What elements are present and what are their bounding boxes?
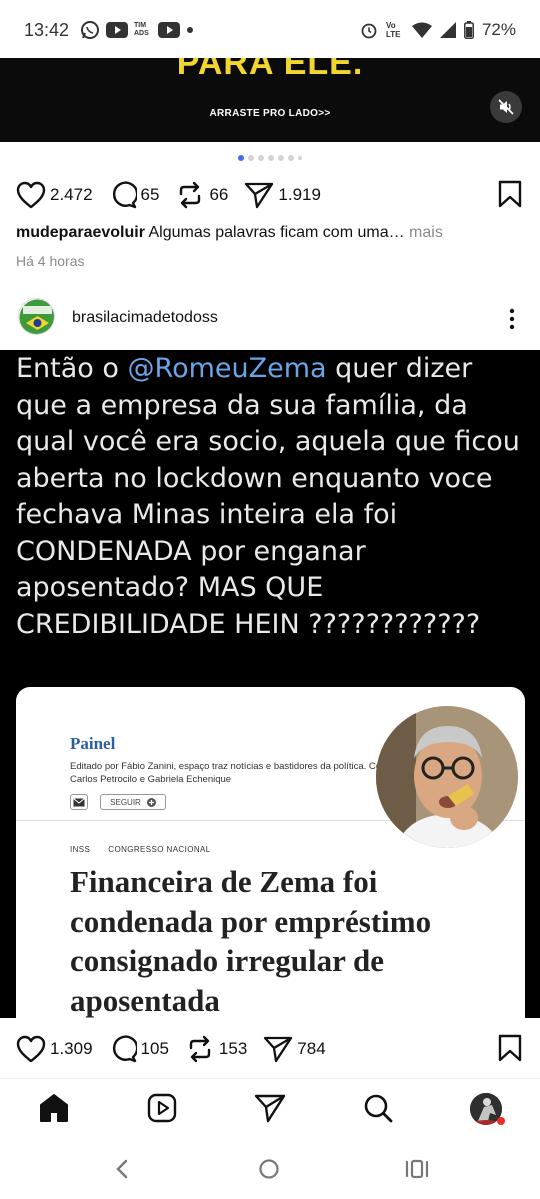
bookmark-icon (498, 180, 522, 208)
post-author-avatar[interactable] (18, 298, 55, 335)
post2-actions: 1.309 105 153 784 (16, 1035, 342, 1063)
mute-button[interactable] (490, 91, 522, 123)
nav-reels-button[interactable] (146, 1092, 178, 1124)
repost-count: 153 (218, 1039, 248, 1058)
youtube-icon (158, 22, 180, 38)
repost-button[interactable]: 153 (185, 1035, 247, 1063)
repost-icon (185, 1035, 215, 1063)
tweet-text-before: Então o (16, 353, 128, 384)
back-button[interactable] (112, 1158, 134, 1180)
status-left-icons: TIM ADS (80, 20, 194, 40)
battery-level: 72% (481, 20, 516, 39)
repost-icon (175, 181, 205, 209)
post-timestamp: Há 4 horas (16, 253, 85, 269)
carousel-dot (278, 155, 284, 161)
post-options-button[interactable] (500, 307, 524, 331)
notification-dot (497, 1117, 505, 1125)
plus-circle-icon (146, 797, 156, 807)
nav-direct-button[interactable] (254, 1092, 286, 1124)
recents-icon (405, 1158, 429, 1180)
repost-count: 66 (209, 185, 229, 204)
volte-icon: Vo LTE (385, 21, 401, 39)
tim-ads-icon: TIM ADS (134, 22, 149, 37)
speaker-muted-icon (498, 99, 514, 115)
media-headline: PARA ELE. (176, 58, 364, 82)
carousel-indicator (0, 155, 540, 161)
like-count: 2.472 (50, 185, 93, 204)
follow-button: SEGUIR (100, 794, 166, 810)
share-button[interactable]: 1.919 (244, 181, 321, 209)
comment-icon (109, 181, 137, 209)
alarm-icon (360, 21, 378, 39)
carousel-dot (248, 155, 254, 161)
home-icon (38, 1092, 70, 1124)
share-count: 784 (297, 1039, 326, 1058)
repost-button[interactable]: 66 (175, 181, 228, 209)
more-vertical-icon (500, 307, 524, 331)
carousel-dot (258, 155, 264, 161)
news-section-title: Painel (70, 734, 116, 753)
person-photo (376, 706, 518, 848)
home-circle-icon (258, 1158, 280, 1180)
signal-icon (439, 22, 456, 38)
caption-username[interactable]: mudeparaevoluir (16, 224, 145, 241)
news-tag: INSS (70, 845, 91, 854)
nav-home-button[interactable] (38, 1092, 70, 1124)
share-button[interactable]: 784 (263, 1035, 326, 1063)
news-headline: Financeira de Zema foi condenada por emp… (70, 864, 432, 1018)
tweet-text: Então o @RomeuZema quer dizer que a empr… (16, 351, 526, 643)
carousel-dot (268, 155, 274, 161)
whatsapp-icon (80, 20, 100, 40)
like-button[interactable]: 2.472 (16, 181, 93, 209)
dot-icon (186, 26, 194, 34)
heart-icon (16, 181, 46, 209)
comment-button[interactable]: 65 (109, 181, 160, 209)
search-icon (362, 1092, 394, 1124)
comment-count: 65 (140, 185, 160, 204)
media-swipe-text: ARRASTE PRO LADO>> (209, 108, 331, 119)
wifi-icon (411, 22, 432, 38)
post-media-carousel[interactable]: PARA ELE. ARRASTE PRO LADO>> (0, 58, 540, 142)
youtube-icon (106, 22, 128, 38)
home-system-button[interactable] (258, 1158, 280, 1180)
battery-icon (464, 21, 474, 39)
carousel-dot (298, 156, 302, 160)
caption-text: Algumas palavras ficam com uma… (148, 224, 405, 241)
caption-more-link[interactable]: mais (409, 224, 443, 241)
status-time: 13:42 (24, 20, 70, 40)
send-icon (263, 1035, 293, 1063)
post-caption[interactable]: mudeparaevoluir Algumas palavras ficam c… (16, 224, 526, 242)
news-section-subtitle: Editado por Fábio Zanini, espaço traz no… (70, 761, 389, 785)
news-tag: CONGRESSO NACIONAL (108, 845, 211, 854)
follow-label: SEGUIR (110, 797, 141, 807)
tweet-mention: @RomeuZema (127, 353, 327, 384)
comment-button[interactable]: 105 (109, 1035, 169, 1063)
like-button[interactable]: 1.309 (16, 1035, 93, 1063)
share-count: 1.919 (278, 185, 321, 204)
direct-icon (254, 1092, 286, 1124)
reels-icon (146, 1092, 178, 1124)
bookmark-button[interactable] (498, 180, 522, 208)
heart-icon (16, 1035, 46, 1063)
comment-count: 105 (140, 1039, 169, 1058)
tweet-text-after: quer dizer que a empresa da sua família,… (16, 353, 520, 640)
post-author-username[interactable]: brasilacimadetodoss (72, 309, 218, 327)
nav-search-button[interactable] (362, 1092, 394, 1124)
mail-icon (73, 797, 85, 807)
carousel-dot (288, 155, 294, 161)
carousel-dot (238, 155, 244, 161)
like-count: 1.309 (50, 1039, 93, 1058)
news-tags: INSS CONGRESSO NACIONAL (70, 845, 229, 854)
divider (0, 1078, 540, 1079)
bookmark-button[interactable] (498, 1034, 522, 1062)
back-chevron-icon (112, 1158, 134, 1180)
post1-actions: 2.472 65 66 1.919 (16, 181, 337, 209)
mail-button (70, 794, 88, 810)
recents-button[interactable] (405, 1158, 429, 1180)
send-icon (244, 181, 274, 209)
bookmark-icon (498, 1034, 522, 1062)
comment-icon (109, 1035, 137, 1063)
status-right-icons: Vo LTE 72% (360, 20, 516, 40)
